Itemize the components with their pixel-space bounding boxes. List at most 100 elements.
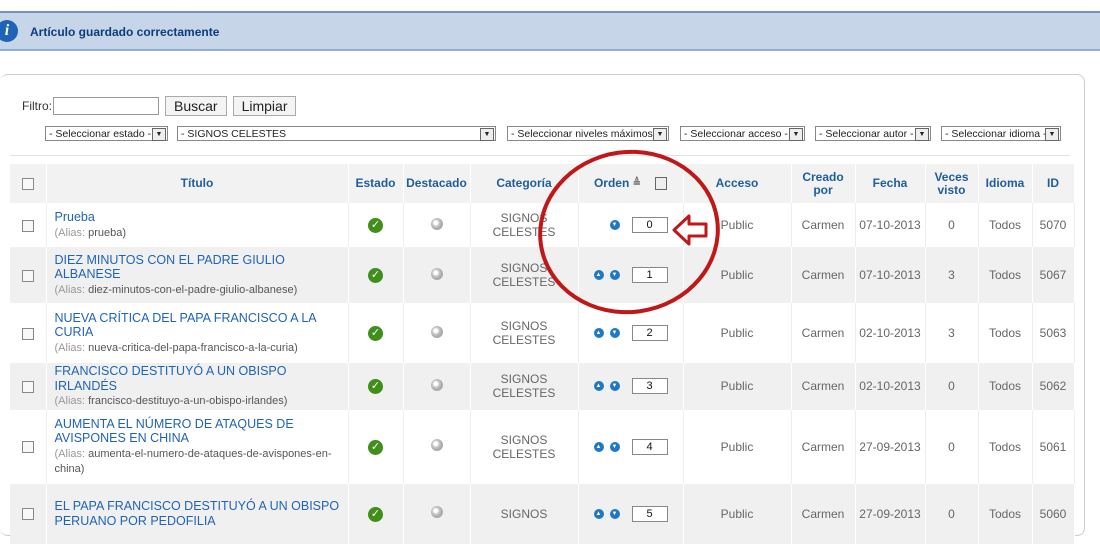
category-line1: SIGNOS: [500, 372, 548, 387]
article-title-link[interactable]: Prueba: [55, 210, 95, 224]
move-down-icon[interactable]: ▼: [609, 381, 620, 392]
category-line1: SIGNOS: [500, 506, 548, 521]
chevron-down-icon: ▼: [653, 128, 667, 141]
col-date[interactable]: Fecha: [855, 164, 926, 203]
featured-toggle-icon[interactable]: [430, 439, 443, 451]
hits-cell: 3: [925, 303, 979, 363]
move-up-icon[interactable]: ▲: [593, 381, 604, 392]
clear-button[interactable]: Limpiar: [232, 96, 297, 116]
alias-label: (Alias:: [54, 283, 86, 296]
move-down-icon[interactable]: ▼: [609, 441, 620, 452]
info-icon: i: [0, 20, 18, 42]
order-input[interactable]: 4: [631, 438, 668, 455]
featured-cell: [403, 247, 471, 303]
search-button[interactable]: Buscar: [165, 96, 227, 116]
order-input[interactable]: 3: [631, 378, 668, 395]
language-cell: Todos: [978, 409, 1033, 484]
move-down-icon[interactable]: ▼: [609, 508, 620, 519]
title-cell: Prueba (Alias: prueba): [46, 203, 349, 247]
published-check-icon[interactable]: ✓: [368, 218, 383, 233]
chevron-down-icon: ▼: [1045, 128, 1059, 141]
chevron-down-icon: ▼: [480, 128, 494, 141]
col-state[interactable]: Estado: [348, 164, 404, 203]
author-select[interactable]: - Seleccionar autor - ▼: [815, 126, 931, 141]
published-check-icon[interactable]: ✓: [368, 268, 383, 283]
featured-toggle-icon[interactable]: [430, 267, 443, 280]
author-cell: Carmen: [791, 483, 856, 544]
table-row[interactable]: FRANCISCO DESTITUYÓ A UN OBISPO IRLANDÉS…: [10, 363, 1075, 410]
row-select-cell: [10, 409, 47, 484]
move-up-icon[interactable]: ▲: [593, 508, 604, 519]
published-check-icon[interactable]: ✓: [368, 506, 383, 522]
alias-label: (Alias:: [54, 447, 86, 460]
category-select-value: - SIGNOS CELESTES: [181, 128, 287, 140]
published-check-icon[interactable]: ✓: [368, 379, 383, 395]
chevron-down-icon: ▼: [915, 128, 929, 141]
hits-cell: 0: [925, 483, 979, 544]
row-checkbox[interactable]: [21, 219, 34, 232]
row-checkbox[interactable]: [21, 508, 34, 521]
featured-cell: [403, 303, 471, 363]
move-up-icon[interactable]: ▲: [593, 441, 604, 452]
category-cell: SIGNOS CELESTES: [470, 363, 579, 410]
article-title-link[interactable]: DIEZ MINUTOS CON EL PADRE GIULIO ALBANES…: [55, 253, 285, 282]
published-check-icon[interactable]: ✓: [368, 439, 383, 455]
levels-select[interactable]: - Seleccionar niveles máximos - ▼: [507, 126, 669, 141]
state-select[interactable]: - Seleccionar estado - ▼: [45, 126, 168, 141]
row-checkbox[interactable]: [21, 327, 34, 340]
order-input[interactable]: 5: [631, 505, 668, 522]
row-checkbox[interactable]: [21, 381, 34, 394]
alias-label: (Alias:: [54, 395, 86, 407]
table-header: Título Estado Destacado Categoría Orden …: [10, 164, 1075, 203]
col-hits-line2: visto: [937, 182, 966, 197]
col-featured[interactable]: Destacado: [403, 164, 471, 203]
category-cell: SIGNOS: [470, 483, 579, 544]
hits-cell: 0: [925, 203, 979, 247]
author-cell: Carmen: [791, 203, 856, 247]
article-alias: (Alias: nueva-critica-del-papa-francisco…: [55, 342, 298, 354]
article-alias: (Alias: aumenta-el-numero-de-ataques-de-…: [55, 448, 332, 476]
alias-value: aumenta-el-numero-de-ataques-de-avispone…: [54, 447, 332, 476]
select-all-checkbox[interactable]: [21, 177, 34, 190]
language-select[interactable]: - Seleccionar idioma - ▼: [941, 126, 1061, 141]
alias-value: nueva-critica-del-papa-francisco-a-la-cu…: [88, 341, 298, 354]
alias-value: francisco-destituyo-a-un-obispo-irlandes…: [88, 395, 288, 407]
move-up-icon[interactable]: ▲: [593, 328, 604, 338]
state-cell: ✓: [348, 483, 404, 544]
article-title-link[interactable]: EL PAPA FRANCISCO DESTITUYÓ A UN OBISPO …: [55, 499, 340, 528]
category-select[interactable]: - SIGNOS CELESTES ▼: [177, 126, 496, 141]
order-input[interactable]: 2: [631, 325, 668, 341]
move-down-icon[interactable]: ▼: [609, 328, 620, 338]
state-cell: ✓: [348, 203, 404, 247]
featured-toggle-icon[interactable]: [430, 217, 443, 230]
featured-toggle-icon[interactable]: [430, 378, 443, 391]
table-row[interactable]: EL PAPA FRANCISCO DESTITUYÓ A UN OBISPO …: [10, 483, 1075, 544]
row-checkbox[interactable]: [21, 269, 34, 282]
language-cell: Todos: [978, 303, 1033, 363]
col-hits[interactable]: Veces visto: [925, 164, 979, 203]
col-created-by[interactable]: Creado por: [791, 164, 856, 203]
published-check-icon[interactable]: ✓: [368, 326, 383, 341]
table-row[interactable]: AUMENTA EL NÚMERO DE ATAQUES DE AVISPONE…: [10, 409, 1075, 484]
alias-label: (Alias:: [54, 226, 86, 239]
id-cell: 5060: [1032, 483, 1075, 544]
article-title-link[interactable]: NUEVA CRÍTICA DEL PAPA FRANCISCO A LA CU…: [55, 311, 316, 340]
col-title[interactable]: Título: [46, 164, 349, 203]
article-title-link[interactable]: FRANCISCO DESTITUYÓ A UN OBISPO IRLANDÉS: [55, 364, 287, 393]
state-cell: ✓: [348, 303, 404, 363]
featured-toggle-icon[interactable]: [430, 506, 443, 518]
category-line2: CELESTES: [492, 275, 556, 289]
col-id[interactable]: ID: [1032, 164, 1075, 203]
row-checkbox[interactable]: [21, 441, 34, 454]
hits-cell: 3: [925, 247, 979, 303]
filter-input[interactable]: [53, 97, 159, 115]
category-line1: SIGNOS: [500, 261, 548, 275]
category-cell: SIGNOS CELESTES: [470, 409, 579, 484]
article-title-link[interactable]: AUMENTA EL NÚMERO DE ATAQUES DE AVISPONE…: [55, 417, 294, 446]
row-select-cell: [10, 203, 47, 247]
col-language[interactable]: Idioma: [978, 164, 1033, 203]
access-select[interactable]: - Seleccionar acceso - ▼: [680, 126, 805, 141]
category-line2: CELESTES: [492, 333, 556, 347]
table-row[interactable]: NUEVA CRÍTICA DEL PAPA FRANCISCO A LA CU…: [10, 303, 1075, 363]
featured-toggle-icon[interactable]: [430, 325, 443, 338]
